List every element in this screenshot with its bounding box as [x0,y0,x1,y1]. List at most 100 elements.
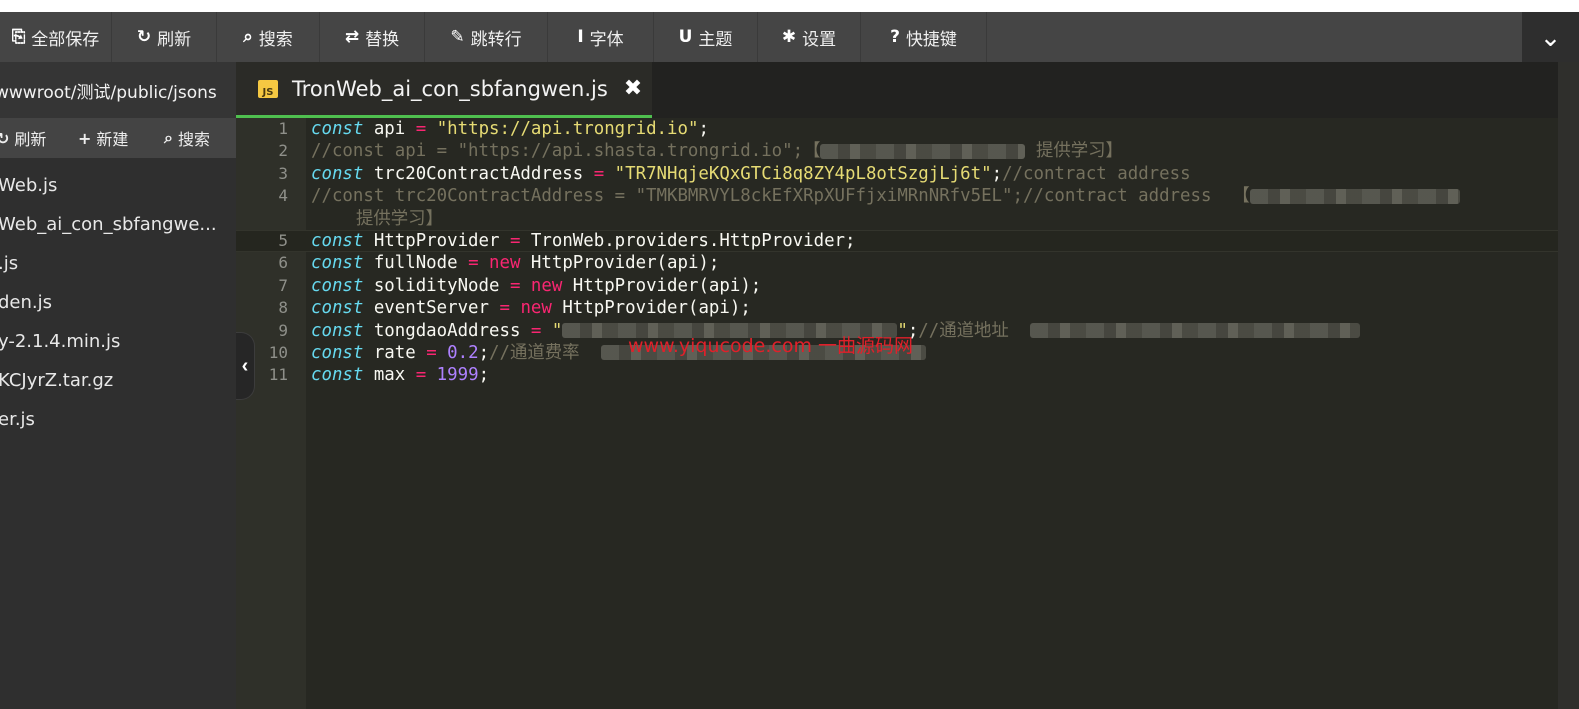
keyword: const [311,320,364,341]
save-all-label: 全部保存 [31,29,100,50]
file-item[interactable]: y-2.1.4.min.js [0,322,236,361]
sidebar-new-button[interactable]: + 新建 [78,126,164,150]
window-top-strip [0,0,1579,12]
search-icon: ⌕ [164,128,173,147]
file-item[interactable]: Web_ai_con_sbfangwe... [0,205,236,244]
sidebar-actions: ↻ 刷新 + 新建 ⌕ 搜索 [0,118,236,158]
identifier: max [363,365,416,386]
redacted-text [1029,323,1360,339]
string-literal: "https://api.trongrid.io" [436,119,699,139]
identifier: tongdaoAddress [363,320,531,341]
redacted-text [820,143,1026,159]
identifier: HttpProvider [363,230,510,251]
identifier: solidityNode [363,275,510,296]
code-line: 8 const eventServer = new HttpProvider(a… [236,297,1558,319]
refresh-button[interactable]: ↻ 刷新 [112,12,217,62]
identifier: eventServer [363,298,500,319]
string-literal: "TR7NHqjeKQxGTCi8q8ZY4pL8otSzgjLj6t" [614,163,992,184]
file-item[interactable]: KCJyrZ.tar.gz [0,361,236,400]
sidebar-new-label: 新建 [96,130,129,149]
comment: //contract address [1002,163,1191,184]
line-number: 8 [278,298,288,318]
refresh-icon: ↻ [136,27,152,47]
keyword: const [311,119,364,139]
font-label: 字体 [589,29,624,50]
line-text: const HttpProvider = TronWeb.providers.H… [311,230,855,252]
line-text: const solidityNode = new HttpProvider(ap… [311,275,761,297]
identifier: api [363,119,416,139]
number-literal: 0.2 [436,342,479,363]
editor-tab-bar: JS TronWeb_ai_con_sbfangwen.js ✖ [236,62,1558,118]
operator: = [530,320,542,341]
file-sidebar: wwwroot/测试/public/jsons ↻ 刷新 + 新建 ⌕ 搜索 W… [0,62,236,709]
sidebar-refresh-button[interactable]: ↻ 刷新 [0,126,76,150]
settings-button[interactable]: ✱ 设置 [758,12,861,62]
keyword-new: new [520,275,563,296]
replace-icon: ⇄ [344,27,360,47]
replace-button[interactable]: ⇄ 替换 [320,12,425,62]
sidebar-search-label: 搜索 [177,130,210,149]
punctuation: ; [698,119,709,139]
file-list: Web.js Web_ai_con_sbfangwe... .js den.js… [0,166,236,439]
redacted-text [1249,188,1460,204]
line-text: const trc20ContractAddress = "TR7NHqjeKQ… [311,163,1191,185]
keyword: const [311,230,364,251]
line-number: 6 [278,253,288,273]
identifier: trc20ContractAddress [363,163,594,184]
line-number: 7 [278,275,288,295]
gear-icon: ✱ [781,27,797,47]
sidebar-search-button[interactable]: ⌕ 搜索 [164,126,210,150]
sidebar-refresh-label: 刷新 [14,130,47,149]
file-item[interactable]: .js [0,244,236,283]
identifier: fullNode [363,253,469,274]
number-literal: 1999 [426,365,479,386]
plus-icon: + [78,128,92,148]
file-item[interactable]: er.js [0,400,236,439]
replace-label: 替换 [365,29,400,50]
theme-button[interactable]: U 主题 [654,12,758,62]
keyword: const [311,275,364,296]
line-number: 5 [278,230,288,250]
code-line: 2 //const api = "https://api.shasta.tron… [236,140,1558,162]
sidebar-collapse-button[interactable]: ‹ [236,332,255,400]
operator: = [499,298,510,319]
line-text: //const trc20ContractAddress = "TMKBMRVY… [311,185,1460,207]
string-open: " [541,320,563,341]
close-icon[interactable]: ✖ [624,76,642,101]
current-path-text: wwwroot/测试/public/jsons [0,82,217,103]
keyword: const [311,298,364,319]
line-text: const max = 1999; [311,364,489,386]
chevron-down-icon: ⌄ [1539,21,1562,52]
search-button[interactable]: ⌕ 搜索 [217,12,320,62]
expression: HttpProvider(api); [551,298,751,319]
operator: = [509,275,521,296]
comment: //const api = "https://api.shasta.trongr… [311,141,821,162]
toolbar-collapse-button[interactable]: ⌄ [1522,12,1579,62]
operator: = [468,253,479,274]
operator: = [426,342,437,363]
current-path: wwwroot/测试/public/jsons [0,62,236,118]
chevron-left-icon: ‹ [241,354,249,377]
line-text: //const api = "https://api.shasta.trongr… [311,140,1123,162]
punctuation: ; [478,365,490,386]
file-item[interactable]: den.js [0,283,236,322]
code-editor-window: ⎘ 全部保存 ↻ 刷新 ⌕ 搜索 ⇄ 替换 ✎ 跳转行 I 字体 U 主题 ✱ [0,0,1579,709]
font-button[interactable]: I 字体 [548,12,654,62]
goto-line-button[interactable]: ✎ 跳转行 [425,12,548,62]
shortcuts-button[interactable]: ? 快捷键 [861,12,987,62]
keyword: const [311,365,364,386]
file-item[interactable]: Web.js [0,166,236,205]
refresh-label: 刷新 [157,29,192,50]
right-scroll-edge[interactable] [1558,62,1579,709]
watermark-text: www.yiqucode.com 一曲源码网 [628,335,914,357]
font-icon: I [577,27,584,47]
keyword: const [311,253,364,274]
operator: = [509,230,521,251]
comment-wrapped: 提供学习】 [356,208,443,229]
punctuation: ; [478,342,490,363]
save-all-button[interactable]: ⎘ 全部保存 [0,12,112,62]
tab-active-file[interactable]: JS TronWeb_ai_con_sbfangwen.js ✖ [236,62,652,118]
line-number: 1 [278,119,288,138]
line-text: const fullNode = new HttpProvider(api); [311,252,719,274]
code-editor[interactable]: 1 const api = "https://api.trongrid.io";… [236,118,1558,709]
